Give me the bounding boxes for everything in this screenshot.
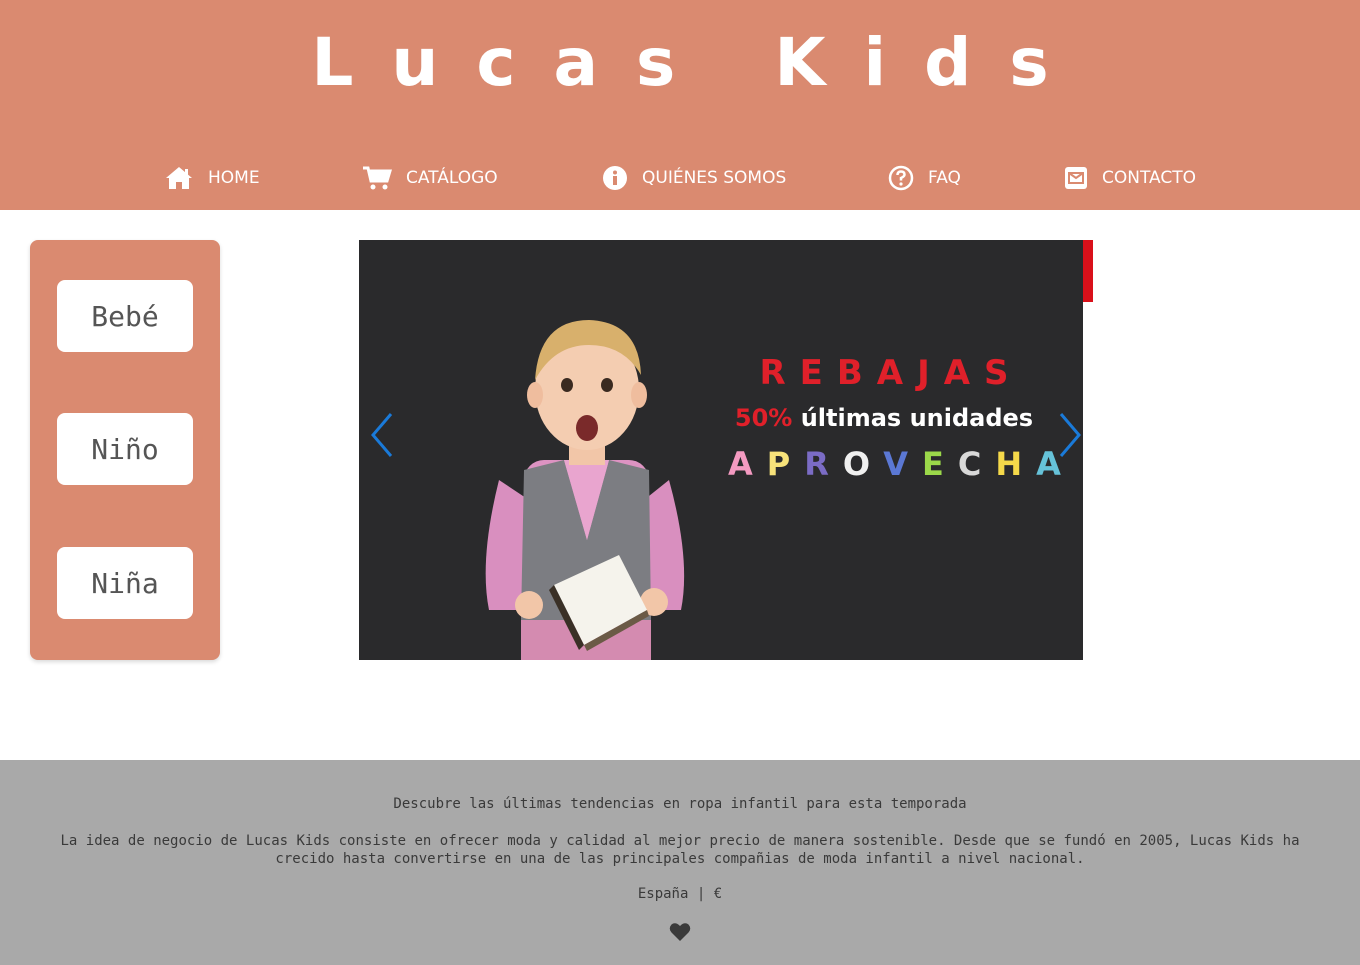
brand-logo[interactable]: Lucas Kids [0,18,1360,108]
carousel-side-tab [1083,240,1093,302]
nav-catalog-label: CATÁLOGO [406,168,498,188]
home-icon [166,167,192,189]
promo-subtitle: 50% últimas unidades [714,396,1054,440]
nav-about-label: QUIÉNES SOMOS [642,168,787,188]
info-icon [603,166,627,190]
kid-with-book-image [485,320,685,660]
nav-catalog[interactable]: CATÁLOGO [362,158,498,198]
promo-cta-letter: P [766,445,805,483]
main-nav: HOME CATÁLOGO QUIÉNES SOMOS FAQ CONTACTO [0,158,1360,198]
promo-text: REBAJAS 50% últimas unidades APROVECHA [714,350,1061,488]
envelope-icon [1065,167,1087,189]
promo-cta-letter: R [804,445,843,483]
promo-cta-letter: C [957,445,996,483]
nav-contact[interactable]: CONTACTO [1064,158,1196,198]
site-header: Lucas Kids HOME CATÁLOGO QUIÉNES SOMOS F… [0,0,1360,210]
footer-tagline: Descubre las últimas tendencias en ropa … [393,796,967,812]
promo-cta-letter: V [883,445,922,483]
footer-description: La idea de negocio de Lucas Kids consist… [60,833,1300,867]
promo-cta-letter: E [921,445,958,483]
cart-icon [363,166,392,190]
category-nina-button[interactable]: Niña [57,547,193,619]
promo-title: REBAJAS [759,353,1023,393]
nav-about[interactable]: QUIÉNES SOMOS [602,158,786,198]
promo-cta-letter: H [995,445,1037,483]
carousel-next-arrow[interactable] [1055,410,1083,460]
promo-cta: APROVECHA [714,440,1061,488]
nav-home[interactable]: HOME [164,158,260,198]
nav-faq[interactable]: FAQ [888,158,961,198]
promo-discount: 50% [734,404,793,432]
category-sidebar: Bebé Niño Niña [30,240,220,660]
nav-home-label: HOME [208,168,260,188]
site-footer: Descubre las últimas tendencias en ropa … [0,760,1360,965]
nav-faq-label: FAQ [928,168,961,188]
nav-contact-label: CONTACTO [1102,168,1196,188]
promo-carousel: REBAJAS 50% últimas unidades APROVECHA [359,240,1083,660]
promo-subtitle-text: últimas unidades [800,404,1034,432]
carousel-prev-arrow[interactable] [367,410,397,460]
footer-region-currency[interactable]: España | € [0,886,1360,902]
category-nino-button[interactable]: Niño [57,413,193,485]
question-icon [888,165,914,191]
heart-icon [669,923,691,941]
promo-cta-letter: O [842,445,884,483]
promo-cta-letter: A [728,445,767,483]
category-bebe-button[interactable]: Bebé [57,280,193,352]
